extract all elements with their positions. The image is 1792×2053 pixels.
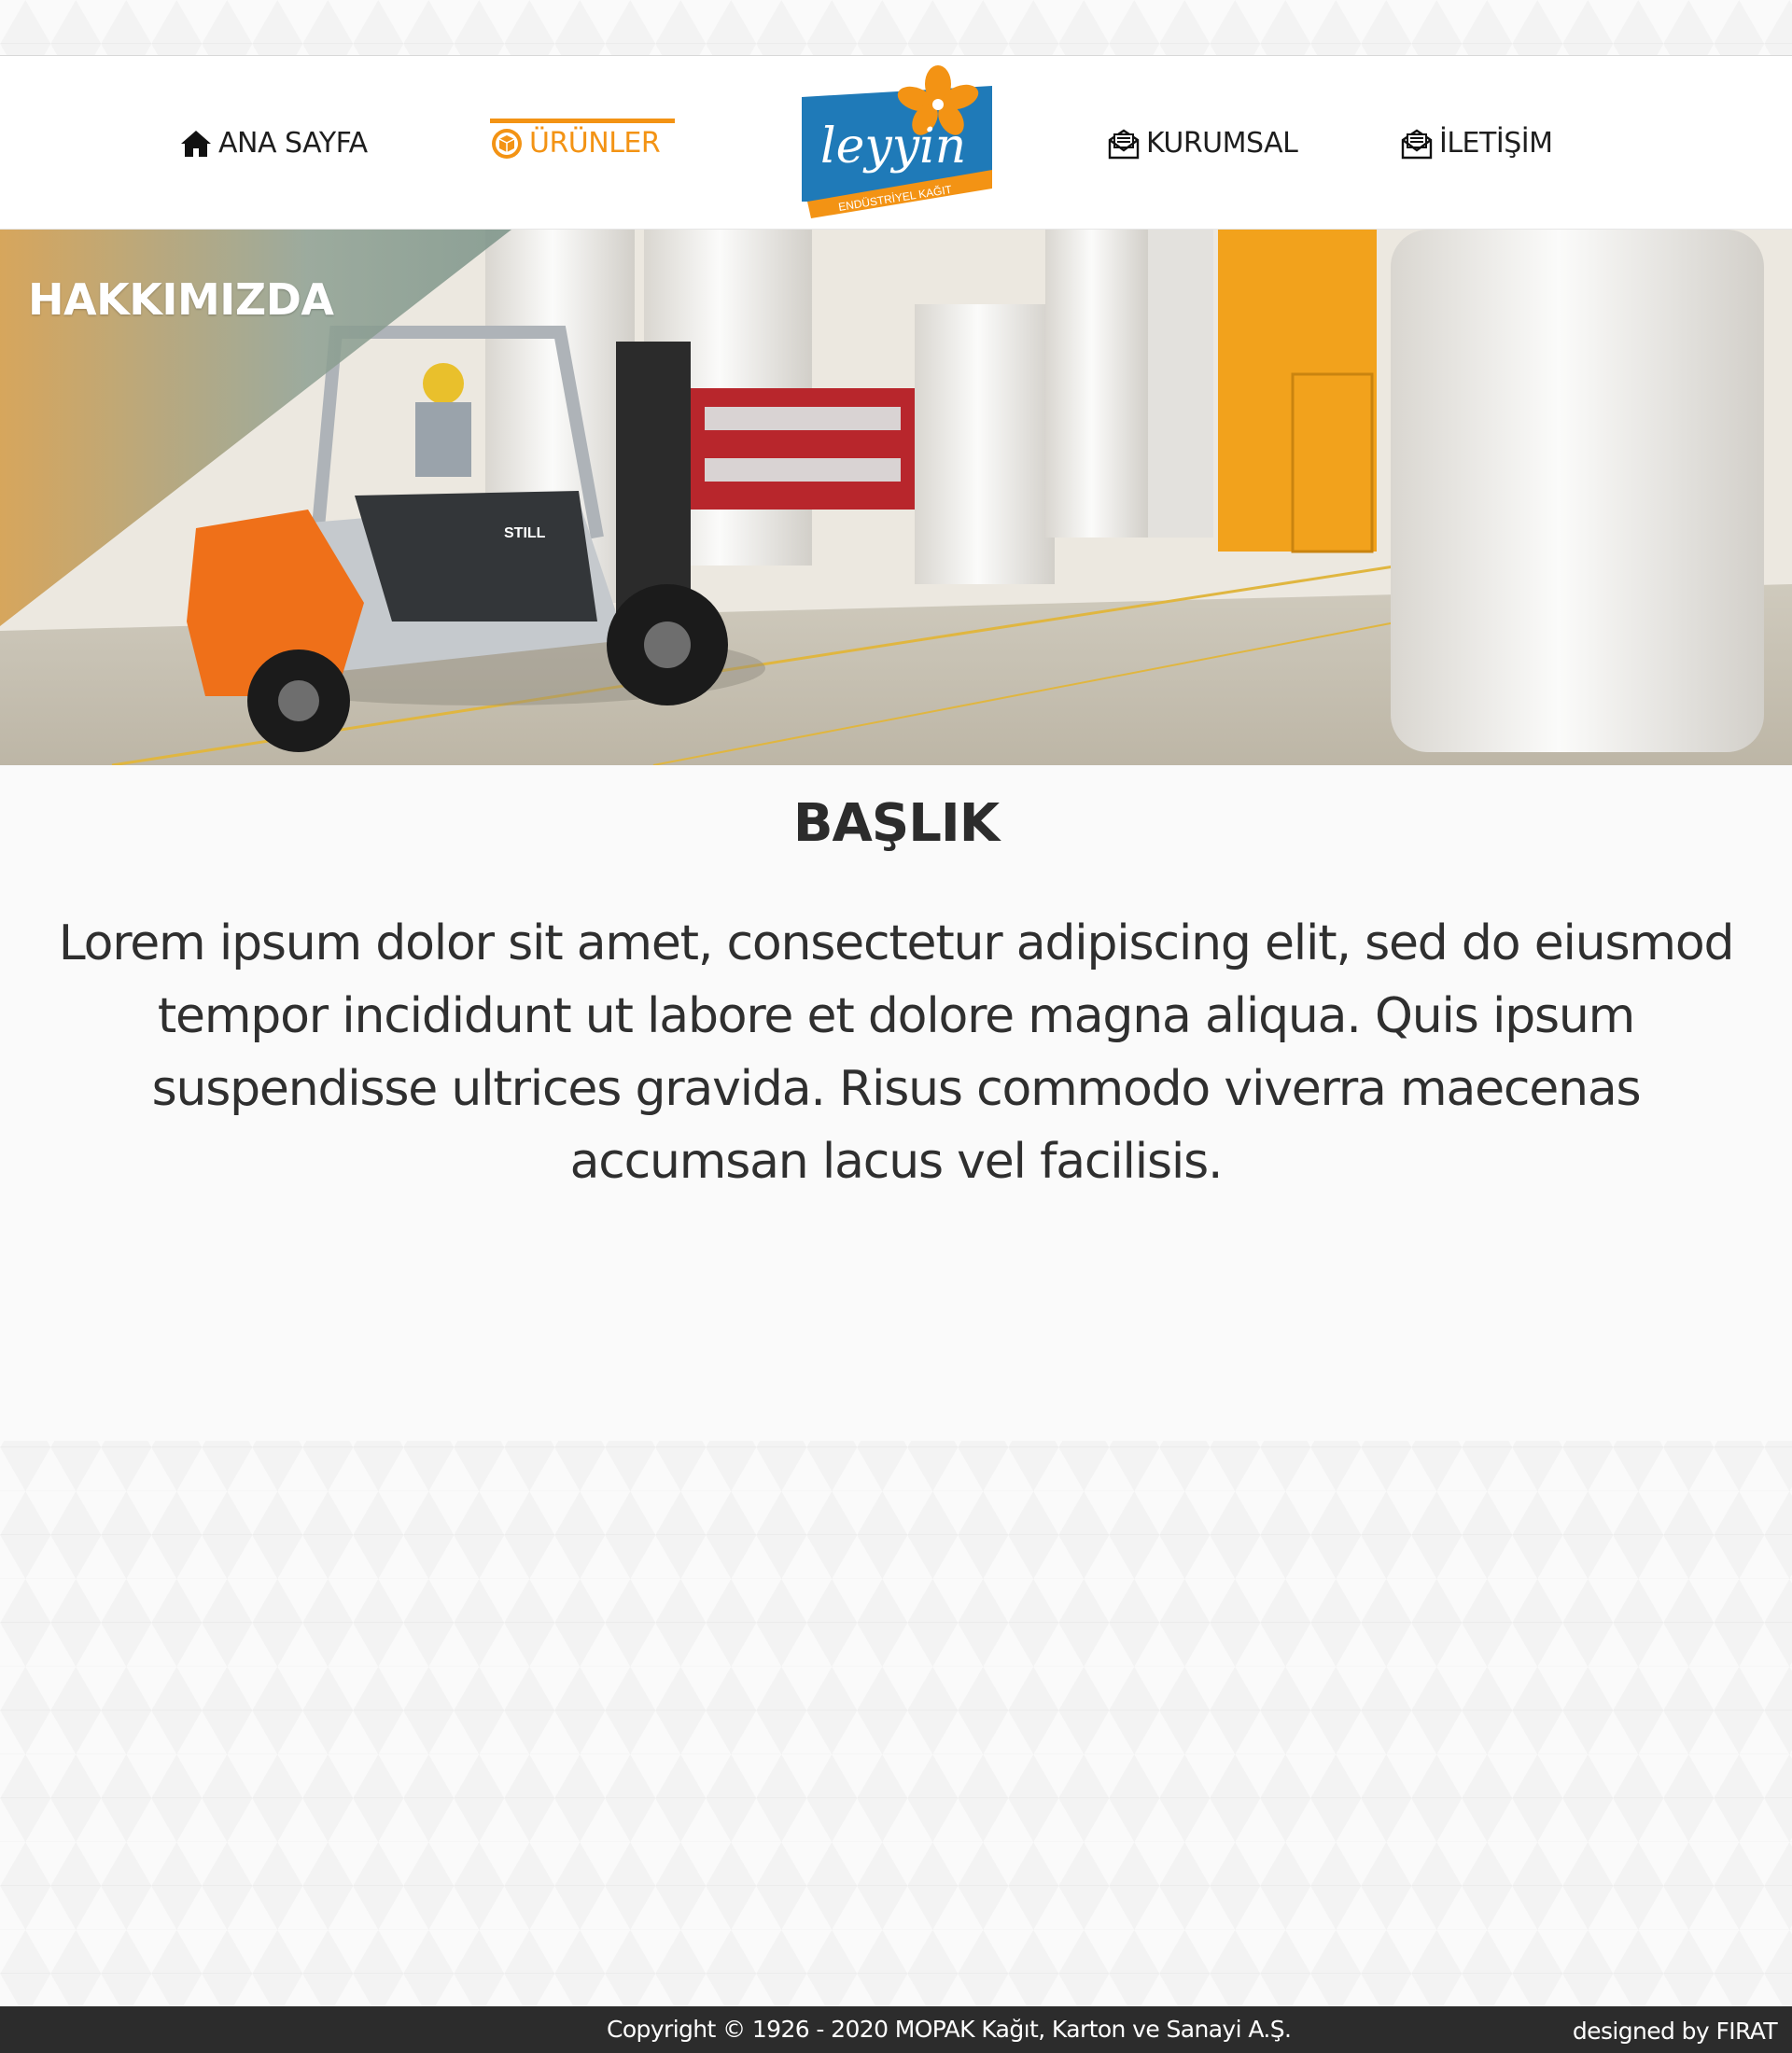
nav-item-corporate[interactable]: KURUMSAL bbox=[1107, 56, 1298, 230]
footer-copyright: Copyright © 1926 - 2020 MOPAK Kağıt, Kar… bbox=[607, 2016, 1292, 2043]
mail-open-icon bbox=[1108, 129, 1140, 159]
content-heading: BAŞLIK bbox=[792, 793, 1000, 854]
nav-item-products[interactable]: ÜRÜNLER bbox=[490, 56, 675, 230]
nav-label-home: ANA SAYFA bbox=[218, 127, 368, 160]
hero-title: HAKKIMIZDA bbox=[28, 274, 334, 325]
content-section: BAŞLIK Lorem ipsum dolor sit amet, conse… bbox=[0, 765, 1792, 1441]
logo-text: leyyin bbox=[820, 119, 966, 175]
forklift-brand: STILL bbox=[504, 525, 546, 541]
home-icon bbox=[181, 130, 211, 157]
mail-open-icon bbox=[1401, 129, 1433, 159]
nav-item-contact[interactable]: İLETİŞİM bbox=[1400, 56, 1553, 230]
site-header: ANA SAYFA ÜRÜNLER leyyin ENDÜSTRİYEL KAĞ… bbox=[0, 55, 1792, 230]
box-icon bbox=[492, 128, 522, 159]
site-footer: Copyright © 1926 - 2020 MOPAK Kağıt, Kar… bbox=[0, 2006, 1792, 2053]
content-body: Lorem ipsum dolor sit amet, consectetur … bbox=[58, 915, 1735, 1190]
nav-label-products: ÜRÜNLER bbox=[529, 127, 661, 160]
hero-banner: STILL HAKKIMIZDA bbox=[0, 230, 1792, 765]
nav-label-corporate: KURUMSAL bbox=[1146, 127, 1298, 160]
footer-designer-link[interactable]: designed by FIRAT bbox=[1573, 2018, 1778, 2045]
nav-item-home[interactable]: ANA SAYFA bbox=[179, 56, 368, 230]
nav-label-contact: İLETİŞİM bbox=[1439, 127, 1553, 160]
leyyin-logo: leyyin ENDÜSTRİYEL KAĞIT bbox=[802, 65, 992, 218]
logo[interactable]: leyyin ENDÜSTRİYEL KAĞIT bbox=[800, 65, 996, 220]
